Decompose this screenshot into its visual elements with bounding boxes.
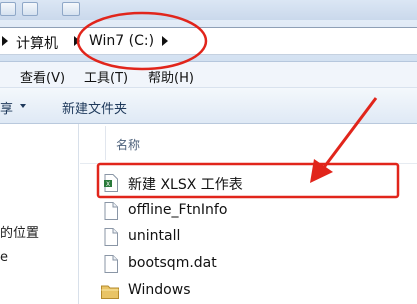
column-header-name[interactable]: 名称 (116, 136, 140, 153)
file-icon (104, 202, 118, 220)
file-icon (104, 255, 118, 273)
file-name: 新建 XLSX 工作表 (128, 177, 243, 193)
menu-help[interactable]: 帮助(H) (148, 67, 194, 86)
column-divider (105, 126, 106, 160)
column-header: 名称 (80, 124, 417, 164)
file-name: unintall (128, 228, 181, 244)
command-bar: 享 新建文件夹 (0, 88, 417, 124)
menu-view[interactable]: 查看(V) (20, 67, 65, 86)
share-with-label: 享 (0, 102, 14, 117)
menu-tools[interactable]: 工具(T) (84, 67, 128, 86)
forward-button[interactable] (22, 2, 38, 16)
file-row[interactable]: Windows (100, 278, 417, 304)
nav-item-recent-places[interactable]: 的位置 (0, 222, 39, 241)
breadcrumb-chevron-icon[interactable] (74, 36, 80, 46)
xlsx-file-icon: X (104, 174, 118, 192)
chevron-down-icon (20, 104, 26, 108)
menu-bar: 查看(V) 工具(T) 帮助(H) (0, 62, 417, 88)
file-row[interactable]: offline_FtnInfo (100, 198, 417, 224)
folder-icon (101, 285, 119, 299)
new-folder-button[interactable]: 新建文件夹 (62, 98, 127, 117)
file-row[interactable]: unintall (100, 224, 417, 250)
breadcrumb-chevron-icon[interactable] (162, 36, 168, 46)
address-bar: 计算机 Win7 (C:) (0, 20, 417, 62)
window-chrome (0, 0, 417, 20)
file-name: bootsqm.dat (128, 255, 217, 271)
file-name: offline_FtnInfo (128, 202, 228, 218)
nav-item-partial[interactable]: e (0, 250, 8, 265)
file-row[interactable]: bootsqm.dat (100, 251, 417, 277)
breadcrumb-computer[interactable]: 计算机 (16, 33, 58, 53)
file-row-xlsx[interactable]: X 新建 XLSX 工作表 (100, 170, 417, 196)
file-name: Windows (128, 282, 191, 298)
share-with-button[interactable]: 享 (0, 98, 13, 117)
svg-text:X: X (106, 181, 110, 188)
address-box[interactable]: 计算机 Win7 (C:) (0, 27, 417, 55)
recent-pages-button[interactable] (62, 2, 80, 16)
file-icon (104, 228, 118, 246)
breadcrumb-chevron-icon[interactable] (2, 36, 8, 46)
back-button[interactable] (0, 2, 16, 16)
file-list: 名称 X 新建 XLSX 工作表 offline_FtnInfo unintal… (80, 124, 417, 304)
navigation-pane: 的位置 e (0, 124, 79, 304)
breadcrumb-drive-c[interactable]: Win7 (C:) (89, 33, 154, 49)
